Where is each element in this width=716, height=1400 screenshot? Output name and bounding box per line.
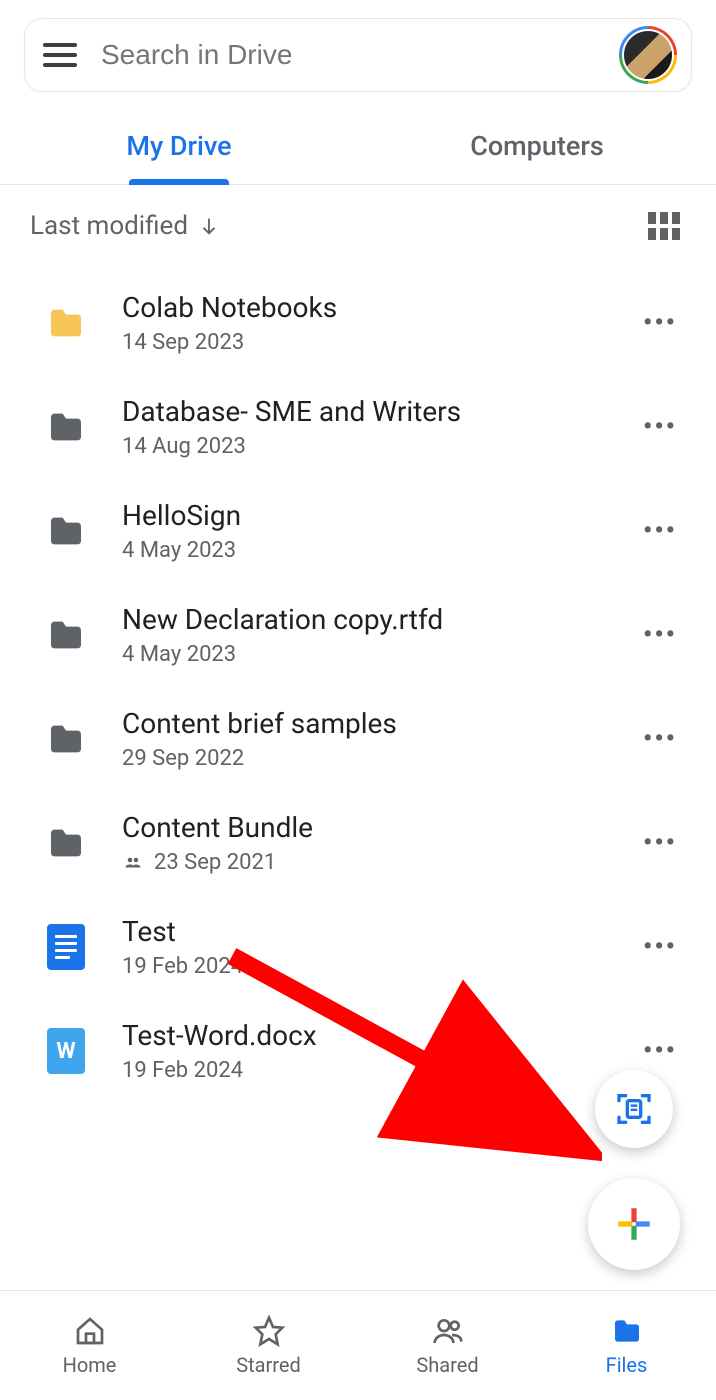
view-grid-icon[interactable] [648,212,680,240]
file-name: Content Bundle [122,811,606,844]
folder-icon [44,823,88,863]
file-name: HelloSign [122,499,606,532]
shared-icon [122,854,144,872]
file-date: 4 May 2023 [122,538,236,563]
search-bar[interactable] [24,18,692,92]
folder-icon [44,407,88,447]
tab-my-drive[interactable]: My Drive [0,112,358,184]
nav-shared[interactable]: Shared [358,1291,537,1400]
more-options-icon[interactable]: ••• [640,724,680,754]
folder-icon [609,1315,645,1347]
nav-home[interactable]: Home [0,1291,179,1400]
file-row[interactable]: Test 19 Feb 2024 ••• [0,895,716,999]
file-row[interactable]: Colab Notebooks 14 Sep 2023 ••• [0,271,716,375]
nav-starred[interactable]: Starred [179,1291,358,1400]
arrow-down-icon [198,215,220,237]
folder-icon [44,511,88,551]
folder-icon [44,303,88,343]
nav-label: Shared [416,1353,478,1377]
file-row[interactable]: HelloSign 4 May 2023 ••• [0,479,716,583]
search-input[interactable] [101,39,619,71]
scan-button[interactable] [595,1070,673,1148]
folder-icon [44,615,88,655]
file-date: 19 Feb 2024 [122,1058,243,1083]
more-options-icon[interactable]: ••• [640,1036,680,1066]
file-name: Test-Word.docx [122,1019,606,1052]
sort-label: Last modified [30,211,188,241]
file-name: Database- SME and Writers [122,395,606,428]
scan-icon [614,1089,654,1129]
more-options-icon[interactable]: ••• [640,516,680,546]
file-date: 19 Feb 2024 [122,954,243,979]
folder-icon [44,719,88,759]
people-icon [430,1315,466,1347]
file-date: 14 Aug 2023 [122,434,246,459]
file-row[interactable]: Content brief samples 29 Sep 2022 ••• [0,687,716,791]
google-doc-icon [47,924,85,970]
file-date: 14 Sep 2023 [122,330,244,355]
file-name: Test [122,915,606,948]
file-date: 29 Sep 2022 [122,746,244,771]
hamburger-menu-icon[interactable] [43,43,81,67]
home-icon [72,1315,108,1347]
file-name: Content brief samples [122,707,606,740]
account-avatar[interactable] [619,26,677,84]
more-options-icon[interactable]: ••• [640,620,680,650]
tab-computers[interactable]: Computers [358,112,716,184]
more-options-icon[interactable]: ••• [640,412,680,442]
avatar-image [622,29,674,81]
plus-icon [613,1203,655,1245]
bottom-nav: Home Starred Shared Files [0,1290,716,1400]
more-options-icon[interactable]: ••• [640,828,680,858]
file-row[interactable]: Content Bundle 23 Sep 2021 ••• [0,791,716,895]
file-date: 4 May 2023 [122,642,236,667]
more-options-icon[interactable]: ••• [640,932,680,962]
more-options-icon[interactable]: ••• [640,308,680,338]
nav-label: Starred [236,1353,301,1377]
word-doc-icon: W [47,1028,85,1074]
location-tabs: My Drive Computers [0,112,716,185]
sort-button[interactable]: Last modified [30,211,220,241]
file-date: 23 Sep 2021 [154,850,276,875]
file-name: Colab Notebooks [122,291,606,324]
add-new-button[interactable] [588,1178,680,1270]
tab-label: Computers [470,130,604,162]
file-row[interactable]: Database- SME and Writers 14 Aug 2023 ••… [0,375,716,479]
nav-files[interactable]: Files [537,1291,716,1400]
nav-label: Files [606,1353,648,1377]
file-name: New Declaration copy.rtfd [122,603,606,636]
nav-label: Home [63,1353,117,1377]
file-row[interactable]: New Declaration copy.rtfd 4 May 2023 ••• [0,583,716,687]
star-icon [251,1315,287,1347]
tab-label: My Drive [126,130,231,162]
